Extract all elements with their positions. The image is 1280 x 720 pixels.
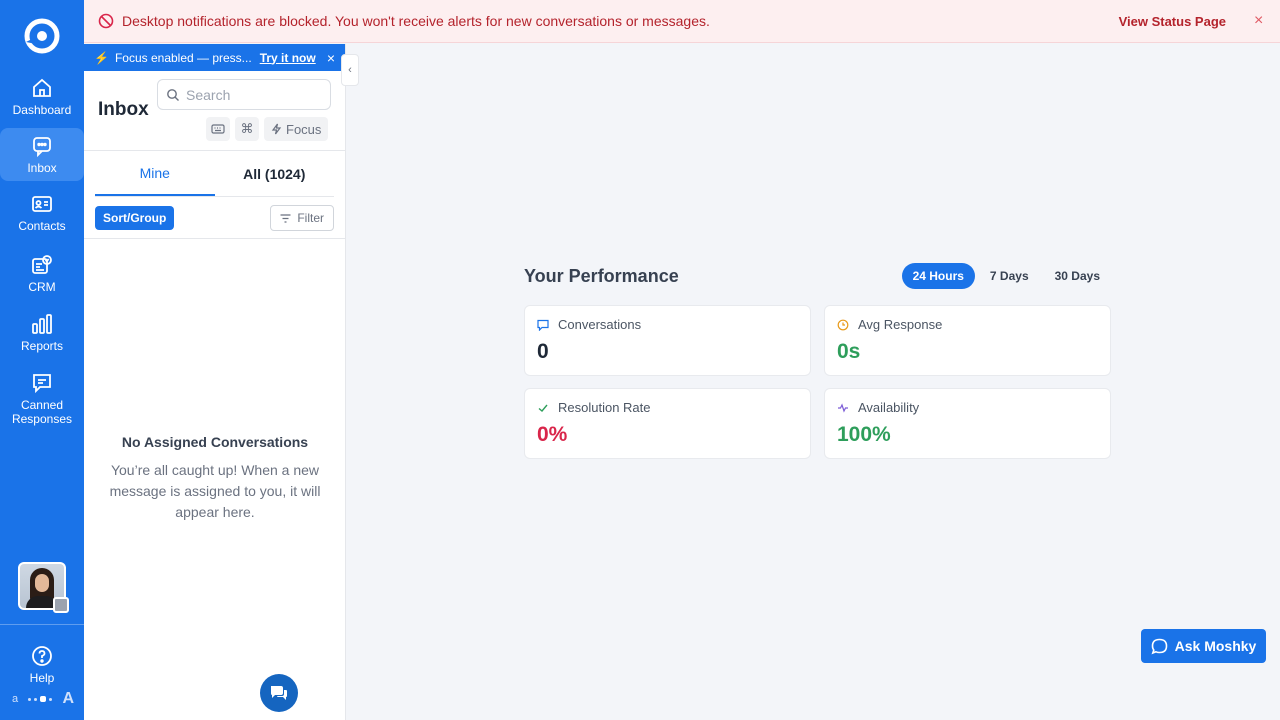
bar-chart-icon <box>32 314 52 334</box>
bolt-outline-icon <box>271 123 282 135</box>
search-input[interactable] <box>186 86 316 103</box>
performance-header: Your Performance 24 Hours 7 Days 30 Days <box>524 262 1111 290</box>
font-size-slider[interactable]: a A <box>12 690 74 708</box>
metric-card-avg-response: Avg Response 0s <box>824 305 1111 376</box>
banner-message: Desktop notifications are blocked. You w… <box>122 13 710 29</box>
metric-label: Conversations <box>558 317 642 332</box>
inbox-tools: ⌘ Focus <box>206 117 329 141</box>
command-button[interactable]: ⌘ <box>235 117 259 141</box>
inbox-header: Inbox ⌘ Focus <box>84 71 345 151</box>
user-avatar[interactable] <box>18 562 69 613</box>
try-it-now-link[interactable]: Try it now <box>260 51 316 65</box>
search-box[interactable] <box>157 79 331 110</box>
view-status-page-link[interactable]: View Status Page <box>1119 14 1226 29</box>
metric-label: Avg Response <box>858 317 943 332</box>
inbox-title: Inbox <box>98 99 149 120</box>
clock-icon <box>837 319 849 330</box>
ask-moshky-button[interactable]: Ask Moshky <box>1141 629 1266 663</box>
metric-label: Resolution Rate <box>558 400 651 415</box>
metric-value: 0% <box>537 423 568 446</box>
range-7-days[interactable]: 7 Days <box>979 263 1040 289</box>
chat-fab-button[interactable] <box>260 674 298 712</box>
check-icon <box>538 404 548 412</box>
font-small-label: a <box>12 693 19 705</box>
nav-label: Inbox <box>27 161 57 175</box>
metric-value: 0s <box>837 340 861 363</box>
inbox-tabs: Mine All (1024) <box>95 151 334 197</box>
conversation-icon <box>537 319 549 331</box>
canned-message-icon <box>33 374 51 394</box>
performance-section: Your Performance 24 Hours 7 Days 30 Days… <box>524 262 1111 459</box>
keyboard-icon <box>211 124 225 134</box>
contact-card-icon <box>32 196 52 212</box>
search-icon <box>167 88 179 101</box>
ask-moshky-label: Ask Moshky <box>1174 638 1257 654</box>
nav-label: Canned Responses <box>11 398 73 426</box>
nav-item-inbox[interactable]: Inbox <box>0 128 84 181</box>
empty-state: No Assigned Conversations You’re all cau… <box>84 434 346 523</box>
nav-item-reports[interactable]: Reports <box>0 306 84 359</box>
nav-item-canned-responses[interactable]: Canned Responses <box>0 365 84 432</box>
activity-icon <box>838 402 848 413</box>
range-selector: 24 Hours 7 Days 30 Days <box>901 263 1111 289</box>
nav-item-help[interactable]: Help <box>0 638 84 691</box>
sort-group-button[interactable]: Sort/Group <box>95 206 175 230</box>
focus-button-label: Focus <box>286 121 322 137</box>
filter-button[interactable]: Filter <box>270 205 334 231</box>
banner-close-button[interactable]: × <box>1254 12 1266 30</box>
command-icon: ⌘ <box>240 121 254 136</box>
empty-state-description: You’re all caught up! When a new message… <box>109 462 321 520</box>
focus-strip-text: Focus enabled — press... <box>114 50 252 65</box>
range-24-hours[interactable]: 24 Hours <box>901 263 975 289</box>
metric-value: 0 <box>537 340 549 363</box>
metric-cards: Conversations 0 Avg Response 0s Resoluti… <box>524 305 1111 459</box>
nav-item-contacts[interactable]: Contacts <box>0 186 84 239</box>
chat-icon <box>33 137 51 158</box>
focus-strip-close-button[interactable]: × <box>327 50 335 66</box>
nav-item-dashboard[interactable]: Dashboard <box>0 70 84 123</box>
nav-label: Reports <box>20 339 64 353</box>
keyboard-shortcuts-button[interactable] <box>206 117 230 141</box>
nav-label: Dashboard <box>12 103 72 117</box>
font-large-label: A <box>62 690 74 707</box>
range-30-days[interactable]: 30 Days <box>1044 263 1111 289</box>
sort-filter-row: Sort/Group Filter <box>84 197 345 239</box>
metric-card-resolution-rate: Resolution Rate 0% <box>524 388 811 459</box>
inbox-panel: ⚡ Focus enabled — press... Try it now × … <box>84 44 346 720</box>
metric-label: Availability <box>858 400 920 415</box>
help-icon <box>32 646 52 666</box>
notification-blocked-banner: Desktop notifications are blocked. You w… <box>84 0 1280 43</box>
filter-label: Filter <box>297 211 324 225</box>
performance-title: Your Performance <box>524 265 679 286</box>
chat-bubble-icon <box>1151 638 1167 654</box>
empty-state-title: No Assigned Conversations <box>121 434 309 450</box>
presence-badge <box>53 597 69 613</box>
font-size-dots[interactable] <box>28 696 53 702</box>
collapse-panel-button[interactable]: ‹ <box>341 54 359 86</box>
crm-icon <box>32 255 52 274</box>
focus-strip: ⚡ Focus enabled — press... Try it now × <box>84 44 345 71</box>
tab-mine[interactable]: Mine <box>95 151 215 196</box>
blocked-icon <box>98 13 114 29</box>
bolt-icon: ⚡ <box>94 50 109 65</box>
home-icon <box>33 78 51 97</box>
app-logo-icon[interactable] <box>24 18 60 54</box>
nav-label: CRM <box>28 280 56 294</box>
chevron-left-icon: ‹ <box>348 64 352 76</box>
nav-label: Help <box>29 671 55 685</box>
metric-value: 100% <box>837 423 891 446</box>
nav-label: Contacts <box>18 219 66 233</box>
nav-divider <box>0 624 84 625</box>
metric-card-conversations: Conversations 0 <box>524 305 811 376</box>
left-nav: Dashboard Inbox Contacts CRM Reports Can… <box>0 0 84 720</box>
chat-bubbles-icon <box>271 686 287 700</box>
metric-card-availability: Availability 100% <box>824 388 1111 459</box>
tab-all[interactable]: All (1024) <box>215 151 335 196</box>
filter-icon <box>280 213 291 223</box>
nav-item-crm[interactable]: CRM <box>0 247 84 300</box>
focus-button[interactable]: Focus <box>264 117 329 141</box>
